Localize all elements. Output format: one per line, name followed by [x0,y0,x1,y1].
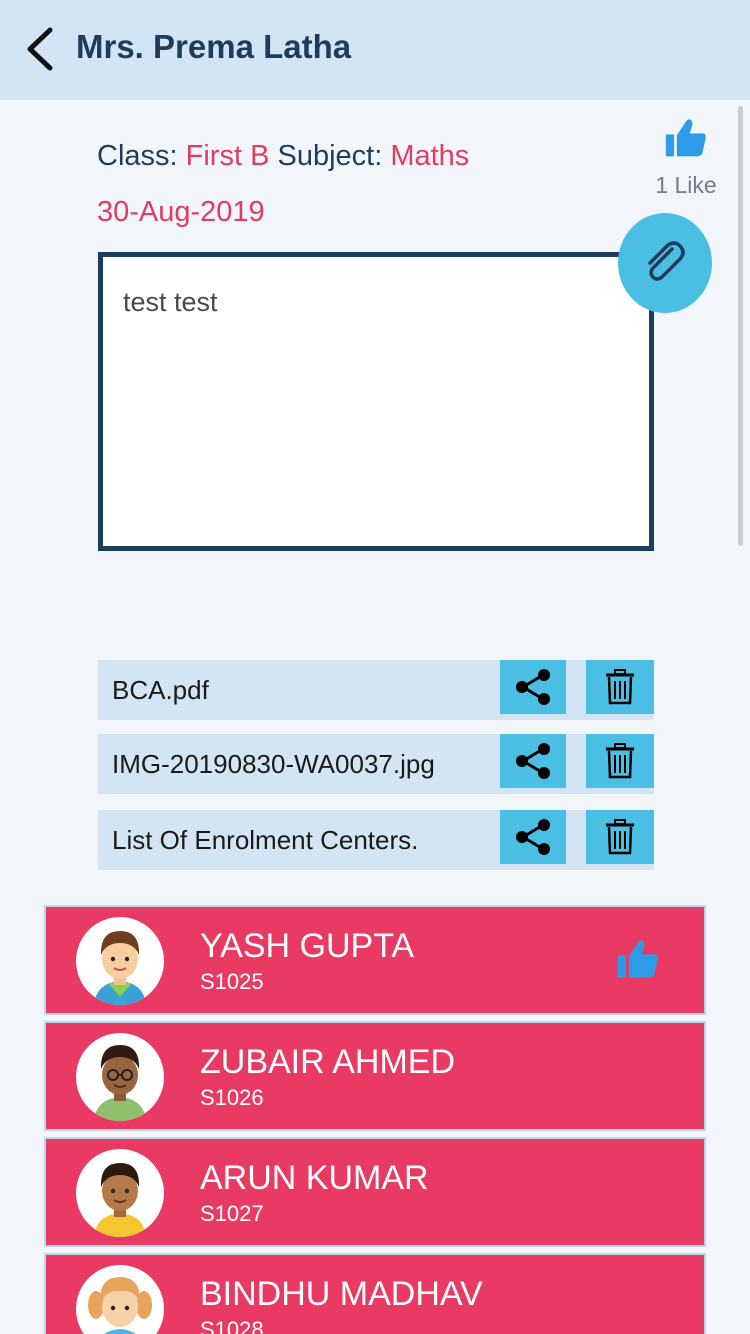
delete-button[interactable] [586,810,654,864]
thumbs-up-icon[interactable] [614,937,662,981]
student-row[interactable]: ARUN KUMAR S1027 [44,1137,706,1247]
student-id: S1028 [200,1317,264,1334]
student-name: ZUBAIR AHMED [200,1043,456,1081]
file-name[interactable]: BCA.pdf [112,675,209,706]
like-button[interactable]: 1 Like [648,116,724,199]
share-button[interactable] [500,660,566,714]
girl-avatar-icon [88,1277,152,1334]
boy-glasses-avatar-icon [94,1045,146,1121]
scrollbar[interactable] [738,106,743,546]
student-id: S1025 [200,969,264,994]
student-id: S1027 [200,1201,264,1226]
file-name[interactable]: IMG-20190830-WA0037.jpg [112,749,435,780]
student-id: S1026 [200,1085,264,1110]
trash-icon [606,819,634,855]
class-label: Class: [97,140,186,172]
file-row: List Of Enrolment Centers. [98,810,654,870]
paperclip-icon [648,241,685,281]
subject-label: Subject: [269,140,391,172]
share-icon [516,819,550,855]
back-button[interactable] [22,26,62,72]
delete-button[interactable] [586,734,654,788]
trash-icon [606,669,634,705]
file-name[interactable]: List Of Enrolment Centers. [112,825,418,856]
share-icon [516,669,550,705]
student-avatar [76,917,164,1005]
thumbs-up-icon [665,119,706,157]
note-text: test test [123,287,218,317]
student-row[interactable]: ZUBAIR AHMED S1026 [44,1021,706,1131]
class-value: First B [185,140,270,172]
class-subject-line: Class: First B Subject: Maths [97,140,469,173]
file-row: IMG-20190830-WA0037.jpg [98,734,654,794]
share-button[interactable] [500,810,566,864]
student-avatar [76,1265,164,1334]
student-row[interactable]: YASH GUPTA S1025 [44,905,706,1015]
share-icon [516,743,550,779]
share-button[interactable] [500,734,566,788]
student-name: ARUN KUMAR [200,1159,429,1197]
boy-avatar-icon [94,1163,146,1237]
student-name: BINDHU MADHAV [200,1275,483,1313]
file-row: BCA.pdf [98,660,654,720]
subject-value: Maths [390,140,470,172]
page-title: Mrs. Prema Latha [76,28,352,65]
note-textarea[interactable]: test test [98,252,654,551]
post-date: 30-Aug-2019 [97,196,265,228]
attach-button[interactable] [618,213,712,313]
trash-icon [606,743,634,779]
student-row[interactable]: BINDHU MADHAV S1028 [44,1253,706,1334]
like-count: 1 Like [655,172,717,198]
boy-avatar-icon [94,931,146,1005]
student-avatar [76,1033,164,1121]
top-bar: Mrs. Prema Latha [0,0,750,100]
student-name: YASH GUPTA [200,927,415,965]
chevron-left-icon [27,27,53,71]
delete-button[interactable] [586,660,654,714]
student-avatar [76,1149,164,1237]
